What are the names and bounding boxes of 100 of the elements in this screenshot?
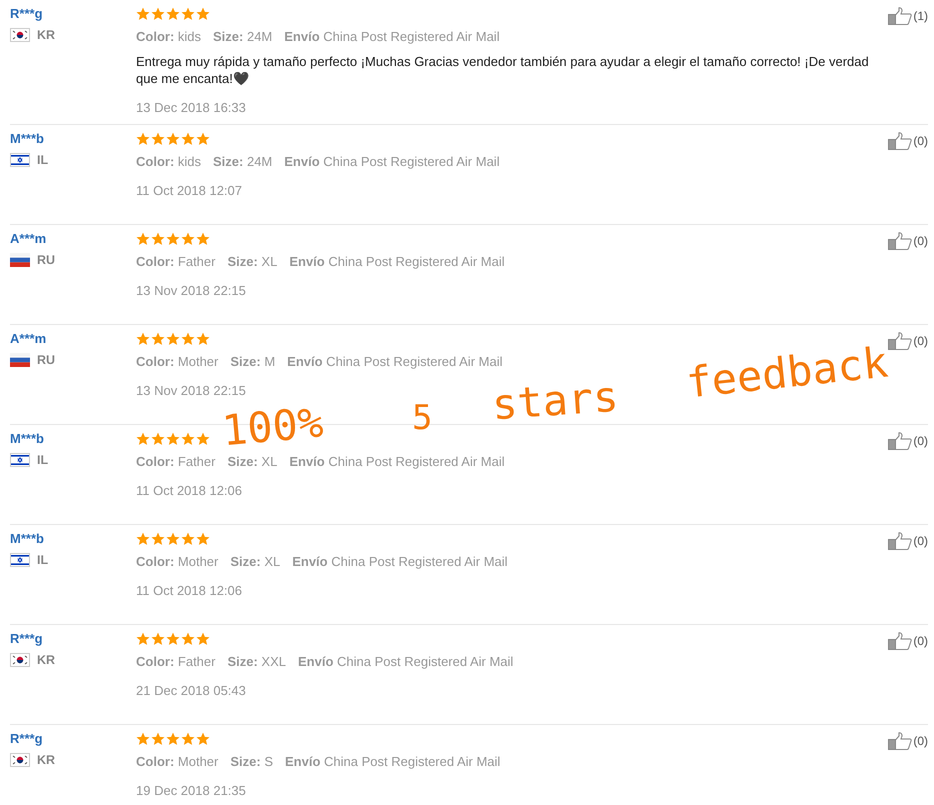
star-icon bbox=[196, 432, 210, 446]
star-icon bbox=[151, 432, 165, 446]
star-icon bbox=[196, 132, 210, 146]
like-count: (0) bbox=[913, 734, 928, 748]
star-icon bbox=[136, 332, 150, 346]
country-code: KR bbox=[37, 653, 56, 667]
flag-icon bbox=[10, 753, 30, 767]
like-count: (0) bbox=[913, 534, 928, 548]
product-attribute: Color: Father bbox=[136, 654, 216, 670]
review-date: 21 Dec 2018 05:43 bbox=[136, 683, 247, 699]
like-count: (0) bbox=[913, 434, 928, 448]
flag-icon bbox=[10, 253, 30, 267]
review-date: 11 Oct 2018 12:06 bbox=[136, 483, 244, 499]
user-name-link[interactable]: M***b bbox=[10, 131, 44, 147]
star-icon bbox=[196, 332, 210, 346]
star-icon bbox=[181, 432, 195, 446]
handwritten-note: 100% bbox=[220, 400, 325, 454]
thumbs-up-icon[interactable] bbox=[888, 432, 912, 450]
star-icon bbox=[181, 632, 195, 646]
star-icon bbox=[166, 132, 180, 146]
star-icon bbox=[151, 232, 165, 246]
country-code: IL bbox=[37, 553, 48, 567]
user-name-link[interactable]: R***g bbox=[10, 631, 43, 647]
user-name-link[interactable]: M***b bbox=[10, 531, 44, 547]
flag-icon bbox=[10, 353, 30, 367]
thumbs-up-icon[interactable] bbox=[888, 532, 912, 550]
product-attribute: Envío China Post Registered Air Mail bbox=[285, 754, 500, 770]
star-icon bbox=[166, 732, 180, 746]
star-icon bbox=[166, 7, 180, 21]
country-code: IL bbox=[37, 453, 48, 467]
thumbs-up-icon[interactable] bbox=[888, 332, 912, 350]
product-attribute: Size: S bbox=[230, 754, 273, 770]
star-icon bbox=[136, 7, 150, 21]
flag-icon bbox=[10, 553, 30, 567]
star-icon bbox=[196, 732, 210, 746]
like-count: (1) bbox=[913, 9, 928, 23]
product-attribute: Size: XL bbox=[227, 454, 278, 470]
thumbs-up-icon[interactable] bbox=[888, 132, 912, 150]
product-attribute: Color: Mother bbox=[136, 754, 218, 770]
star-icon bbox=[151, 7, 165, 21]
star-icon bbox=[166, 332, 180, 346]
star-icon bbox=[136, 532, 150, 546]
handwritten-note: 5 bbox=[412, 397, 432, 440]
star-icon bbox=[166, 232, 180, 246]
star-icon bbox=[166, 432, 180, 446]
product-attribute: Envío China Post Registered Air Mail bbox=[289, 254, 505, 270]
review-date: 19 Dec 2018 21:35 bbox=[136, 783, 247, 799]
review-date: 13 Nov 2018 22:15 bbox=[136, 283, 247, 299]
user-name-link[interactable]: R***g bbox=[10, 6, 43, 22]
country-code: RU bbox=[37, 353, 56, 367]
product-attribute: Size: 24M bbox=[213, 29, 272, 45]
thumbs-up-icon[interactable] bbox=[888, 7, 912, 25]
product-attribute: Envío China Post Registered Air Mail bbox=[287, 354, 502, 370]
user-name-link[interactable]: A***m bbox=[10, 231, 46, 247]
star-icon bbox=[196, 532, 210, 546]
thumbs-up-icon[interactable] bbox=[888, 232, 912, 250]
product-attribute: Color: Mother bbox=[136, 354, 218, 370]
star-icon bbox=[166, 532, 180, 546]
thumbs-up-icon[interactable] bbox=[888, 632, 912, 650]
flag-icon bbox=[10, 153, 30, 167]
country-code: KR bbox=[37, 28, 56, 42]
star-icon bbox=[151, 332, 165, 346]
product-attribute: Size: 24M bbox=[213, 154, 272, 170]
product-attribute: Size: XXL bbox=[227, 654, 286, 670]
star-icon bbox=[136, 132, 150, 146]
product-attribute: Color: kids bbox=[136, 29, 202, 45]
handwritten-note: stars bbox=[490, 374, 620, 428]
star-icon bbox=[136, 732, 150, 746]
product-attribute: Color: Mother bbox=[136, 554, 218, 570]
product-attribute: Envío China Post Registered Air Mail bbox=[298, 654, 514, 670]
like-count: (0) bbox=[913, 134, 928, 148]
star-icon bbox=[181, 332, 195, 346]
review-text: Entrega muy rápida y tamaño perfecto ¡Muchas Gracias vendedor también para ayudar a elegir el tamaño correcto! ¡De verdad que me encanta!🖤 bbox=[136, 53, 870, 87]
star-icon bbox=[151, 532, 165, 546]
product-attribute: Size: M bbox=[230, 354, 276, 370]
like-count: (0) bbox=[913, 234, 928, 248]
user-name-link[interactable]: A***m bbox=[10, 331, 46, 347]
star-icon bbox=[181, 132, 195, 146]
star-icon bbox=[181, 532, 195, 546]
star-icon bbox=[136, 232, 150, 246]
thumbs-up-icon[interactable] bbox=[888, 732, 912, 750]
flag-icon bbox=[10, 453, 30, 467]
star-icon bbox=[196, 7, 210, 21]
review-date: 13 Dec 2018 16:33 bbox=[136, 100, 247, 116]
user-name-link[interactable]: M***b bbox=[10, 431, 44, 447]
star-icon bbox=[196, 632, 210, 646]
product-attribute: Envío China Post Registered Air Mail bbox=[292, 554, 508, 570]
star-icon bbox=[196, 232, 210, 246]
star-icon bbox=[181, 232, 195, 246]
star-icon bbox=[151, 132, 165, 146]
star-icon bbox=[166, 632, 180, 646]
country-code: RU bbox=[37, 253, 56, 267]
country-code: KR bbox=[37, 753, 56, 767]
flag-icon bbox=[10, 653, 30, 667]
user-name-link[interactable]: R***g bbox=[10, 731, 43, 747]
country-code: IL bbox=[37, 153, 48, 167]
product-attribute: Color: kids bbox=[136, 154, 202, 170]
product-attribute: Envío China Post Registered Air Mail bbox=[284, 29, 500, 45]
star-icon bbox=[181, 732, 195, 746]
star-icon bbox=[181, 7, 195, 21]
